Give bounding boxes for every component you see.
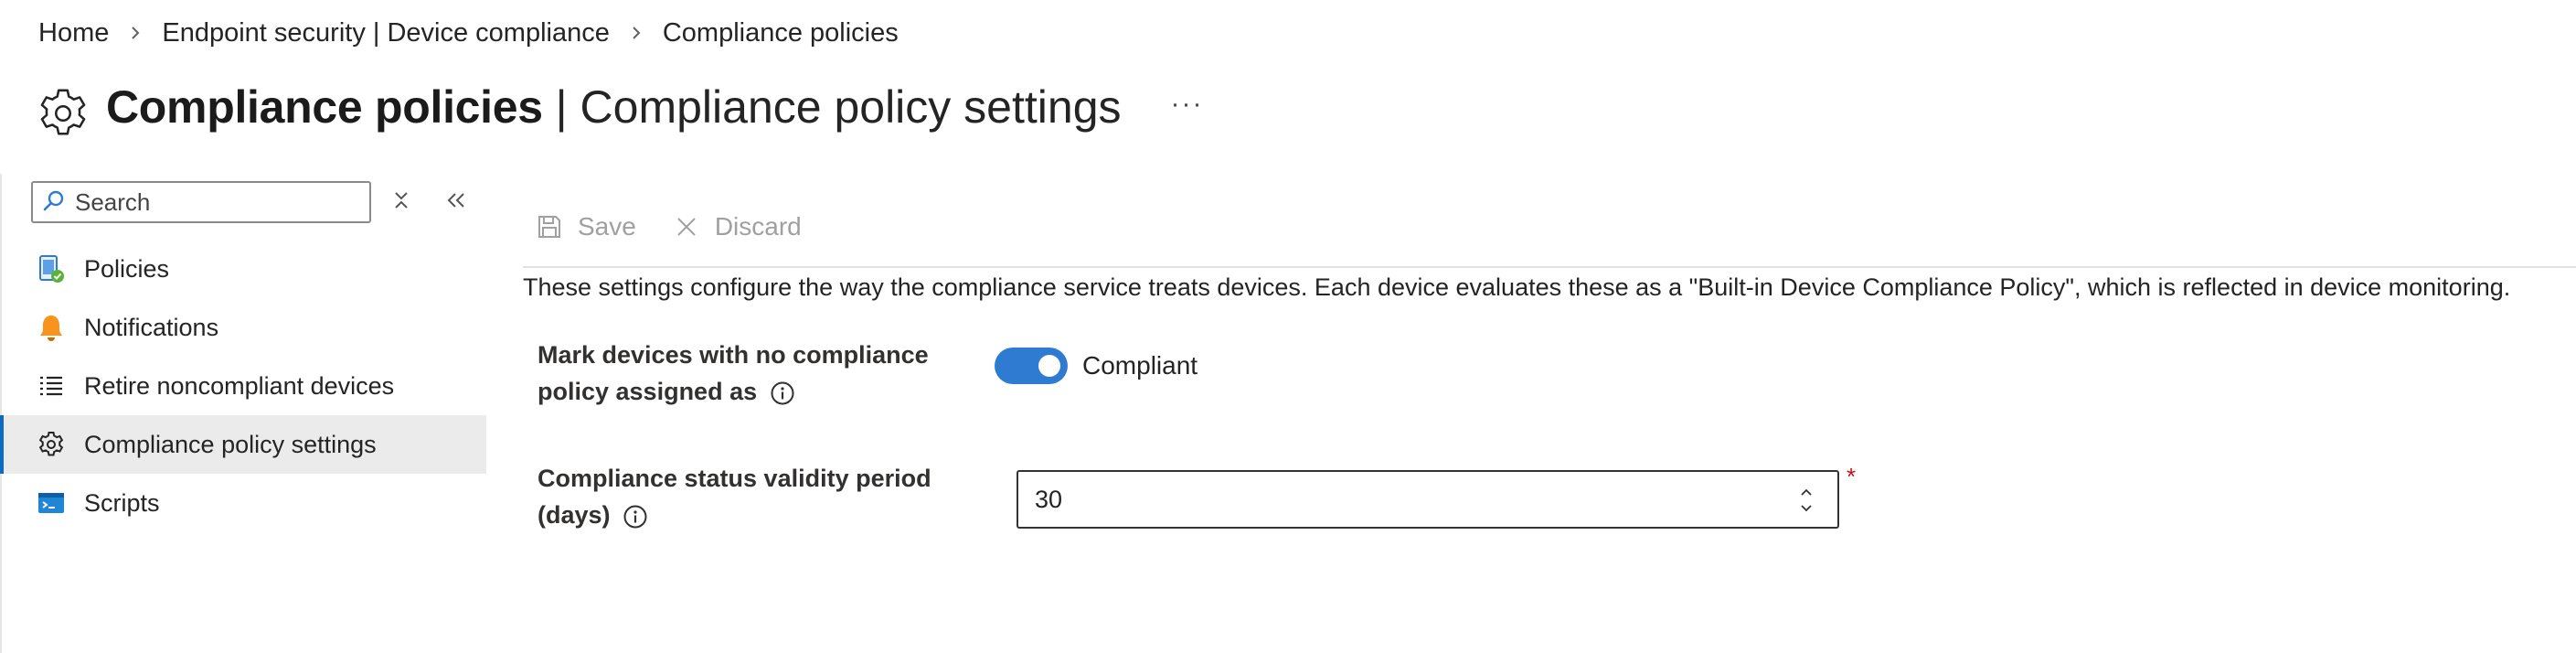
command-bar: Save Discard: [534, 203, 836, 251]
validity-period-field[interactable]: [1017, 470, 1839, 529]
list-icon: [37, 371, 66, 401]
sidebar-item-retire-noncompliant[interactable]: Retire noncompliant devices: [0, 357, 486, 415]
validity-label-line2: (days): [538, 501, 611, 529]
bell-icon: [37, 313, 66, 342]
toggle-state-label: Compliant: [1082, 351, 1198, 380]
sidebar-item-policies[interactable]: Policies: [0, 240, 486, 298]
validity-period-label: Compliance status validity period (days): [538, 460, 940, 533]
sidebar-item-label: Notifications: [84, 313, 219, 341]
discard-button[interactable]: Discard: [671, 211, 802, 242]
clear-search-button[interactable]: [388, 188, 415, 216]
spin-down-icon[interactable]: [1800, 501, 1813, 518]
toolbar-divider: [523, 266, 2576, 268]
no-policy-label-line1: Mark devices with no compliance: [538, 341, 929, 369]
validity-label-line1: Compliance status validity period: [538, 465, 931, 492]
save-button[interactable]: Save: [534, 211, 636, 242]
search-box[interactable]: [31, 181, 371, 223]
sidebar-nav: Policies Notifications Retire noncomplia…: [0, 240, 486, 532]
validity-period-input[interactable]: [1033, 484, 1786, 515]
info-icon[interactable]: [770, 380, 795, 406]
gear-icon: [37, 430, 66, 459]
more-options-button[interactable]: ···: [1171, 89, 1204, 120]
spin-up-icon[interactable]: [1800, 485, 1813, 501]
sidebar-item-scripts[interactable]: Scripts: [0, 474, 486, 532]
discard-label: Discard: [714, 212, 802, 241]
breadcrumb-home[interactable]: Home: [38, 18, 109, 48]
sidebar-item-label: Retire noncompliant devices: [84, 371, 395, 400]
collapse-sidebar-button[interactable]: [442, 188, 470, 216]
breadcrumb-endpoint-security[interactable]: Endpoint security | Device compliance: [162, 18, 610, 48]
no-policy-label: Mark devices with no compliance policy a…: [538, 337, 940, 410]
sidebar-item-label: Scripts: [84, 488, 160, 517]
save-label: Save: [578, 212, 636, 241]
sidebar-item-compliance-policy-settings[interactable]: Compliance policy settings: [0, 415, 486, 474]
page-subtitle: | Compliance policy settings: [542, 81, 1122, 133]
page: Home Endpoint security | Device complian…: [0, 0, 2576, 653]
close-icon: [671, 211, 702, 242]
sidebar-item-label: Policies: [84, 254, 170, 283]
save-icon: [534, 211, 565, 242]
script-console-icon: [37, 488, 66, 518]
breadcrumb-compliance-policies[interactable]: Compliance policies: [663, 18, 899, 48]
page-header: Compliance policies | Compliance policy …: [35, 66, 1203, 148]
settings-description: These settings configure the way the com…: [523, 273, 2511, 301]
toggle-switch[interactable]: [995, 348, 1068, 384]
double-chevron-left-icon: [445, 191, 467, 214]
sidebar-item-label: Compliance policy settings: [84, 430, 377, 458]
search-input[interactable]: [73, 187, 351, 218]
search-icon: [42, 188, 66, 217]
no-policy-label-line2: policy assigned as: [538, 378, 758, 405]
info-icon[interactable]: [623, 504, 648, 530]
sidebar-item-notifications[interactable]: Notifications: [0, 298, 486, 357]
chevron-right-icon: [129, 25, 142, 41]
policy-device-icon: [37, 254, 66, 284]
sidebar: Policies Notifications Retire noncomplia…: [0, 174, 486, 653]
clear-icon: [392, 190, 410, 215]
gear-icon: [35, 85, 91, 142]
no-policy-toggle[interactable]: Compliant: [995, 348, 1198, 384]
page-title: Compliance policies: [106, 81, 543, 133]
required-indicator: *: [1847, 463, 1857, 490]
number-spinner[interactable]: [1797, 485, 1815, 514]
toggle-knob: [1038, 355, 1060, 377]
chevron-right-icon: [630, 25, 643, 41]
breadcrumb: Home Endpoint security | Device complian…: [38, 13, 899, 53]
